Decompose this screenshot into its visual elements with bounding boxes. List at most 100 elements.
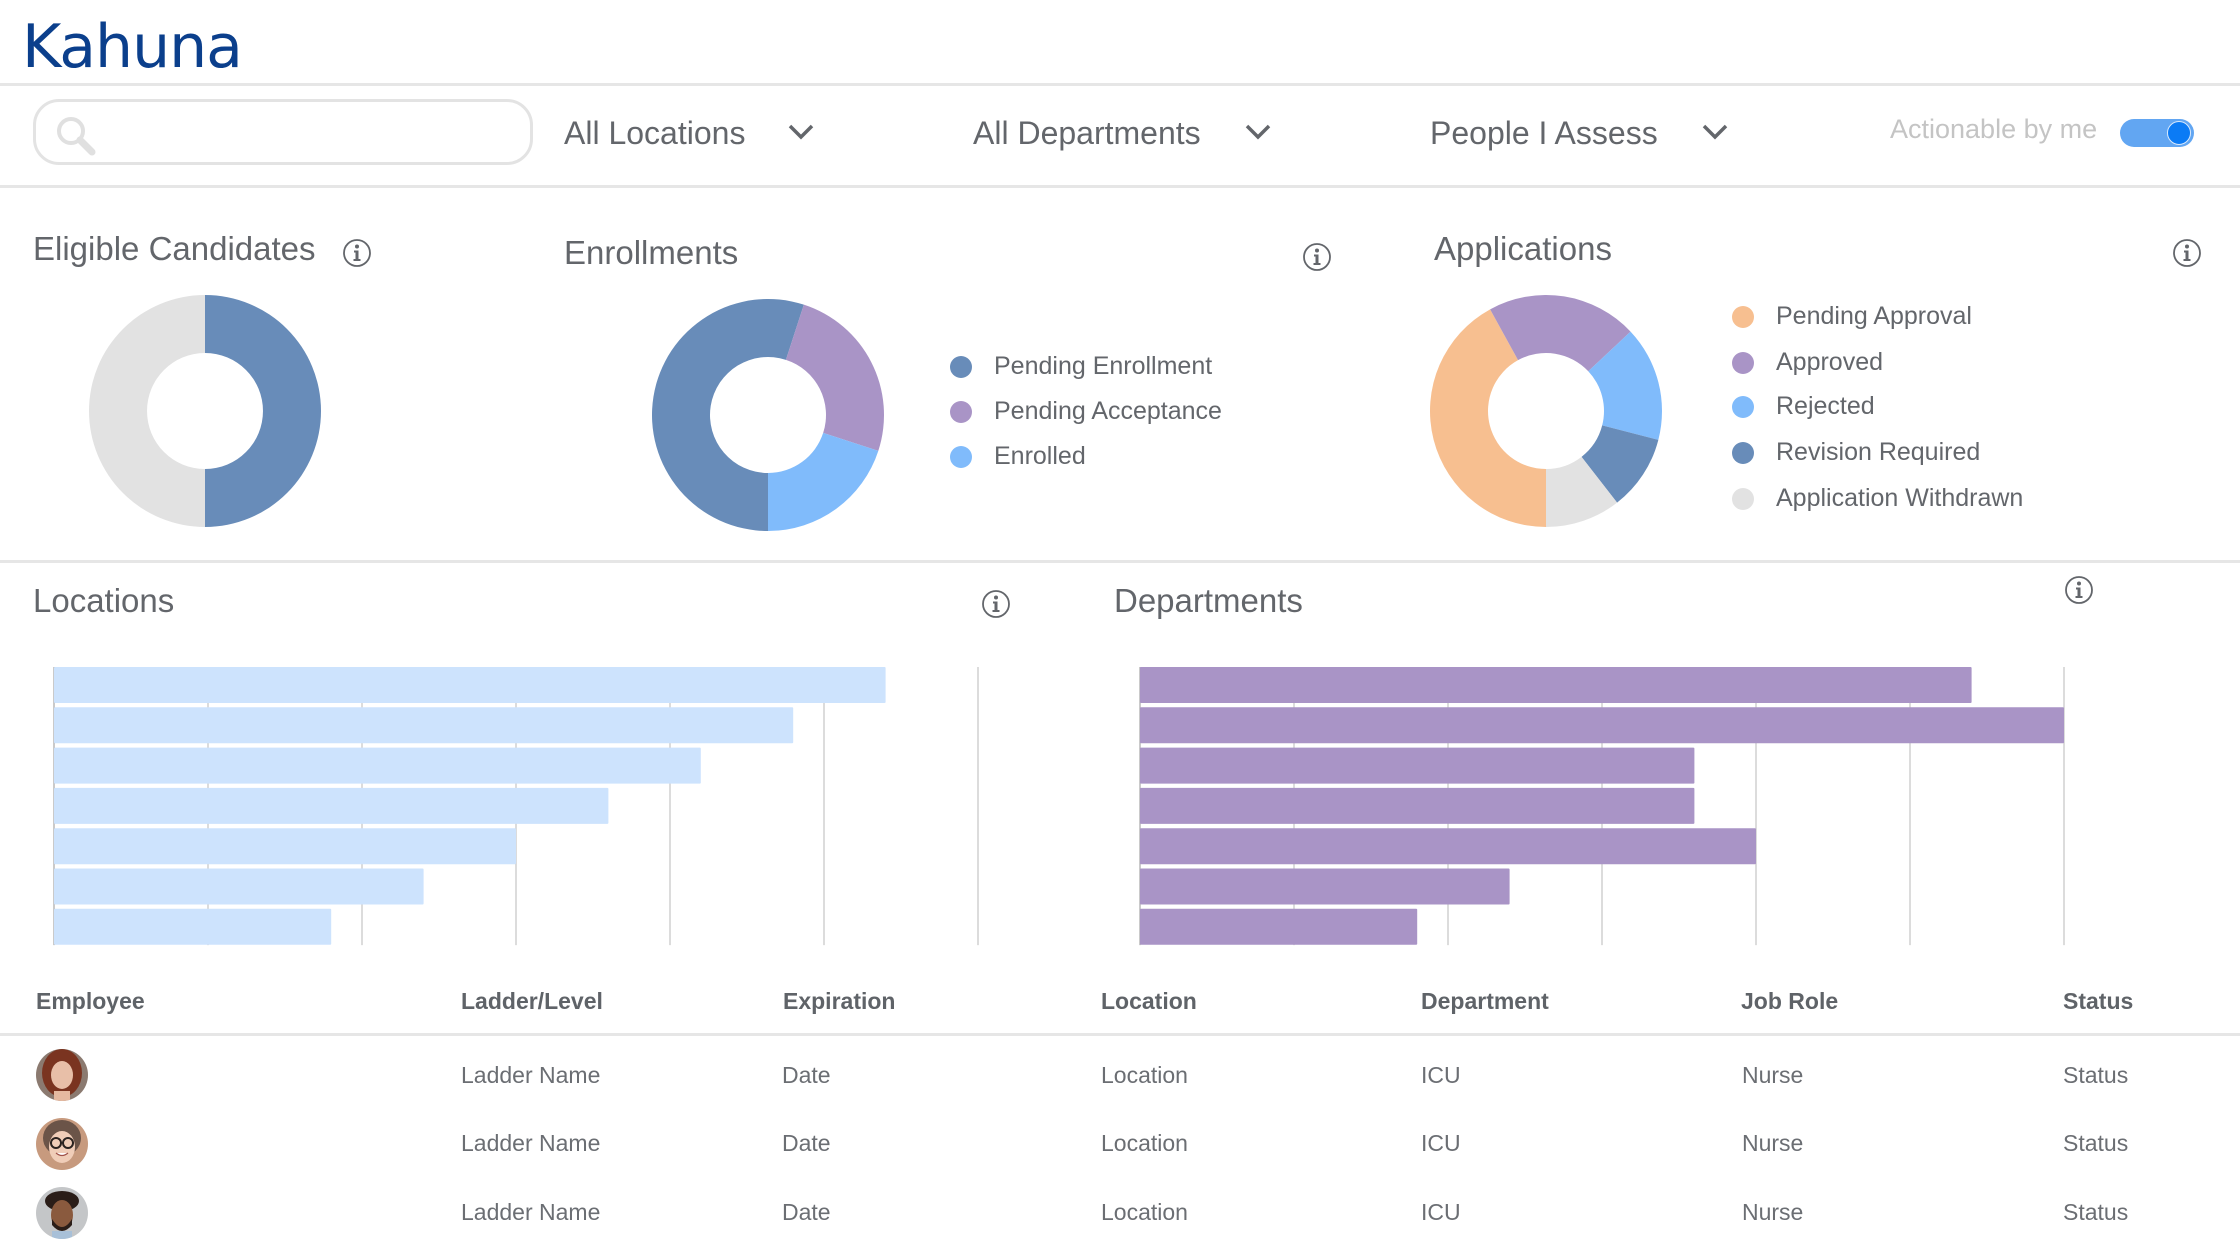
enrollments-donut (652, 299, 884, 531)
search-input[interactable] (116, 112, 520, 154)
cell-expiration: Date (782, 1130, 831, 1156)
bar-7[interactable] (1140, 908, 1418, 945)
header-divider (0, 83, 2240, 86)
actionable-toggle[interactable] (2120, 119, 2194, 147)
info-icon[interactable] (342, 238, 372, 268)
applications-donut (1430, 295, 1662, 527)
filter-bar-divider (0, 185, 2240, 188)
column-header-expiration[interactable]: Expiration (783, 988, 895, 1015)
bar-6[interactable] (1140, 868, 1510, 905)
legend-dot (1732, 351, 1754, 374)
donut-slice-enrolled[interactable] (768, 432, 879, 531)
legend-item-revision-required: Revision Required (1732, 438, 1980, 467)
chevron-down-icon (788, 124, 814, 140)
cell-ladder: Ladder Name (461, 1062, 601, 1088)
search-box[interactable] (33, 99, 533, 165)
legend-label: Approved (1776, 348, 1884, 376)
cell-department: ICU (1421, 1062, 1461, 1088)
legend-dot (1732, 441, 1754, 464)
legend-dot (1732, 395, 1754, 418)
cell-expiration: Date (782, 1199, 831, 1225)
department-filter-dropdown[interactable]: All Departments (973, 108, 1283, 158)
locations-bar-chart (53, 667, 979, 946)
cell-ladder: Ladder Name (461, 1199, 601, 1225)
legend-item-application-withdrawn: Application Withdrawn (1732, 484, 2023, 513)
legend-label: Application Withdrawn (1776, 484, 2024, 512)
info-icon[interactable] (1302, 242, 1332, 272)
location-filter-dropdown[interactable]: All Locations (564, 108, 834, 158)
legend-label: Revision Required (1776, 438, 1981, 466)
search-icon (57, 117, 96, 156)
chevron-down-icon (1702, 124, 1728, 140)
cell-status: Status (2063, 1199, 2129, 1225)
info-icon[interactable] (2064, 575, 2094, 605)
bar-3[interactable] (1140, 747, 1695, 784)
column-header-job-role[interactable]: Job Role (1741, 988, 1838, 1015)
kahuna-logo[interactable]: Kahuna (22, 12, 243, 82)
bar-2[interactable] (1140, 707, 2064, 744)
avatar[interactable] (36, 1118, 88, 1170)
column-header-location[interactable]: Location (1101, 988, 1197, 1015)
legend-label: Pending Enrollment (994, 352, 1213, 380)
avatar[interactable] (36, 1187, 88, 1239)
legend-label: Rejected (1776, 392, 1875, 420)
column-header-status[interactable]: Status (2063, 988, 2133, 1015)
avatar-man-beard-icon (36, 1187, 88, 1239)
avatar-woman-red-hair-icon (36, 1049, 88, 1101)
avatar-woman-glasses-icon (36, 1118, 88, 1170)
location-filter-label: All Locations (564, 114, 746, 151)
chevron-down-icon (1245, 124, 1271, 140)
bar-4[interactable] (1140, 787, 1695, 824)
people-filter-dropdown[interactable]: People I Assess (1430, 108, 1740, 158)
legend-dot (950, 400, 972, 423)
avatar[interactable] (36, 1049, 88, 1101)
cell-location: Location (1101, 1062, 1188, 1088)
cell-job-role: Nurse (1742, 1199, 1804, 1225)
bar-5[interactable] (1140, 828, 1756, 865)
bar-1[interactable] (1140, 667, 1972, 703)
enrollments-title: Enrollments (564, 234, 739, 271)
column-header-ladder-level[interactable]: Ladder/Level (461, 988, 603, 1015)
bar-3[interactable] (54, 747, 701, 784)
donut-slice-pending-acceptance[interactable] (785, 304, 884, 451)
legend-dot (950, 355, 972, 378)
legend-item-approved: Approved (1732, 348, 1883, 377)
legend-dot (1732, 487, 1754, 510)
cell-job-role: Nurse (1742, 1130, 1804, 1156)
info-icon[interactable] (2172, 238, 2202, 268)
legend-item-pending-acceptance: Pending Acceptance (950, 397, 1222, 426)
cell-expiration: Date (782, 1062, 831, 1088)
actionable-toggle-label: Actionable by me (1890, 114, 2098, 144)
cell-status: Status (2063, 1130, 2129, 1156)
eligible-candidates-donut (89, 295, 321, 527)
applications-title: Applications (1434, 230, 1612, 267)
bar-1[interactable] (54, 667, 886, 703)
legend-dot (950, 445, 972, 468)
bar-4[interactable] (54, 787, 609, 824)
eligible-candidates-title: Eligible Candidates (33, 230, 316, 267)
donut-slice-eligible[interactable] (205, 295, 321, 527)
cell-ladder: Ladder Name (461, 1130, 601, 1156)
legend-item-pending-approval: Pending Approval (1732, 302, 1972, 331)
cell-job-role: Nurse (1742, 1062, 1804, 1088)
column-header-department[interactable]: Department (1421, 988, 1549, 1015)
table-header-divider (0, 1033, 2240, 1036)
column-header-employee[interactable]: Employee (36, 988, 145, 1015)
bar-7[interactable] (54, 908, 332, 945)
toggle-knob (2167, 121, 2191, 145)
info-icon[interactable] (981, 589, 1011, 619)
cell-location: Location (1101, 1199, 1188, 1225)
bar-6[interactable] (54, 868, 424, 905)
departments-title: Departments (1114, 582, 1303, 619)
cell-department: ICU (1421, 1199, 1461, 1225)
bar-2[interactable] (54, 707, 794, 744)
bar-5[interactable] (54, 828, 516, 865)
legend-label: Pending Approval (1776, 302, 1972, 330)
donut-slice-other[interactable] (89, 295, 205, 527)
cell-department: ICU (1421, 1130, 1461, 1156)
departments-bar-chart (1139, 667, 2065, 946)
cell-location: Location (1101, 1130, 1188, 1156)
legend-label: Enrolled (994, 442, 1086, 470)
section-divider (0, 560, 2240, 563)
cell-status: Status (2063, 1062, 2129, 1088)
